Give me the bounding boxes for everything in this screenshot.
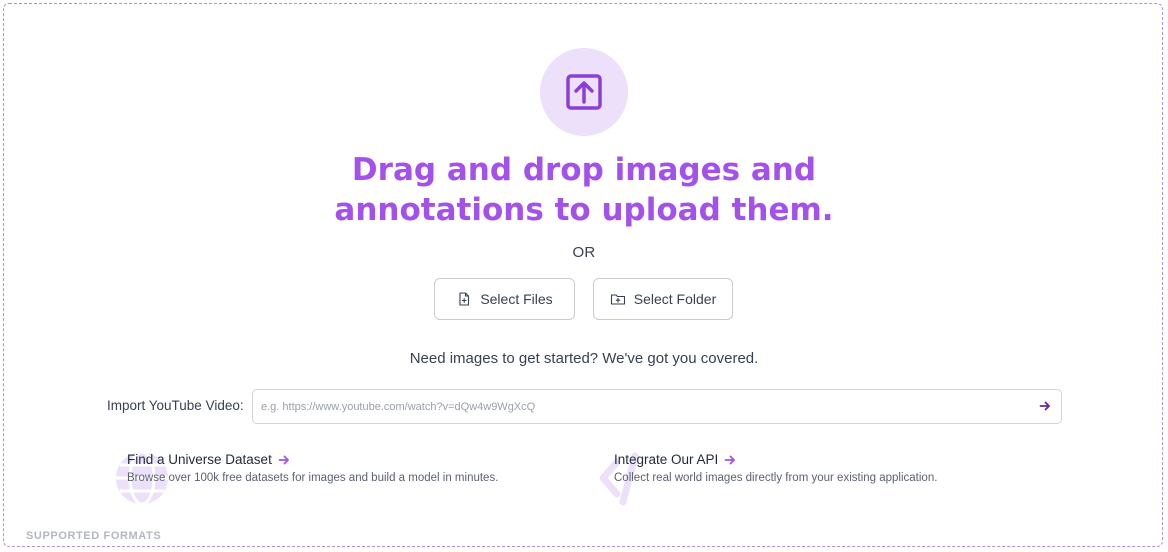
get-started-text: Need images to get started? We've got yo… (409, 350, 759, 367)
universe-dataset-title: Find a Universe Dataset (127, 452, 272, 467)
select-folder-label: Select Folder (633, 291, 717, 307)
integrate-api-title: Integrate Our API (614, 452, 719, 467)
youtube-url-field (252, 389, 1062, 424)
universe-dataset-link[interactable]: Find a Universe Dataset (127, 452, 290, 467)
youtube-url-input[interactable] (253, 390, 1039, 423)
select-folder-button[interactable]: Select Folder (593, 278, 733, 320)
or-separator: OR (572, 244, 596, 261)
folder-plus-icon (610, 291, 626, 307)
select-files-label: Select Files (480, 291, 553, 307)
universe-dataset-promo[interactable]: Find a Universe Dataset Browse over 100k… (114, 450, 574, 506)
youtube-submit-button[interactable] (1037, 398, 1053, 414)
upload-headline: Drag and drop images and annotations to … (4, 150, 1162, 230)
supported-formats-heading: SUPPORTED FORMATS (26, 530, 162, 542)
universe-dataset-description: Browse over 100k free datasets for image… (127, 472, 499, 484)
integrate-api-description: Collect real world images directly from … (614, 472, 938, 484)
arrow-right-icon (1039, 401, 1050, 411)
file-plus-icon (456, 291, 472, 307)
upload-dropzone[interactable]: Drag and drop images and annotations to … (3, 3, 1163, 547)
integrate-api-promo[interactable]: Integrate Our API Collect real world ima… (599, 450, 1061, 506)
upload-icon-circle (540, 48, 628, 136)
arrow-right-icon (724, 455, 736, 464)
select-files-button[interactable]: Select Files (434, 278, 575, 320)
arrow-right-icon (278, 455, 289, 464)
headline-line-1: Drag and drop images and (351, 152, 817, 188)
headline-line-2: annotations to upload them. (334, 192, 834, 228)
integrate-api-link[interactable]: Integrate Our API (614, 452, 736, 467)
youtube-import-label: Import YouTube Video: (107, 398, 244, 413)
upload-arrow-icon (566, 74, 602, 110)
